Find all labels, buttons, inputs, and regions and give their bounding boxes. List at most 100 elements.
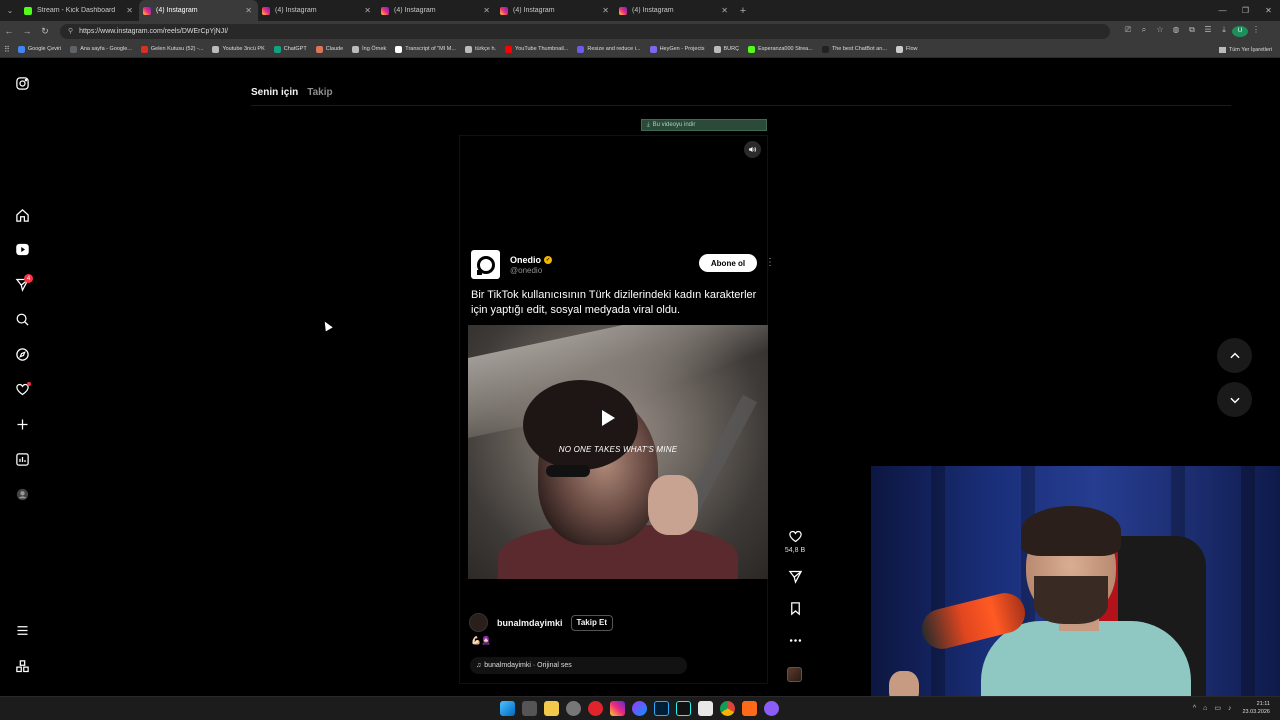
- bookmark-item[interactable]: ChatGPT: [273, 45, 307, 53]
- close-tab-icon[interactable]: ✕: [721, 6, 728, 15]
- messenger-icon[interactable]: [632, 701, 647, 716]
- site-info-icon[interactable]: ⚲: [68, 27, 73, 35]
- extensions-puzzle-icon[interactable]: ⧉: [1184, 25, 1200, 37]
- browser-tab[interactable]: (4) Instagram ✕: [615, 0, 734, 21]
- capcut-icon[interactable]: [698, 701, 713, 716]
- tab-search-icon[interactable]: ⌄: [0, 6, 20, 15]
- bookmark-item[interactable]: Google Çeviri: [17, 45, 61, 53]
- save-action[interactable]: [783, 601, 807, 616]
- reel-card[interactable]: Onedio ✓ @onedio Abone ol ⋮ Bir TikTok ku…: [459, 135, 775, 684]
- profile-avatar[interactable]: U: [1232, 25, 1248, 37]
- follow-button[interactable]: Takip Et: [570, 614, 614, 631]
- profile-avatar-icon[interactable]: [13, 485, 31, 503]
- close-tab-icon[interactable]: ✕: [126, 6, 133, 15]
- close-tab-icon[interactable]: ✕: [364, 6, 371, 15]
- display-icon[interactable]: ▭: [1214, 704, 1221, 712]
- bookmark-item[interactable]: Esperanza000 Strea...: [748, 45, 813, 53]
- previous-reel-button[interactable]: [1217, 338, 1252, 373]
- bookmark-item[interactable]: Ana sayfa - Google...: [70, 45, 132, 53]
- bookmark-item[interactable]: türkçe h.: [464, 45, 496, 53]
- close-tab-icon[interactable]: ✕: [245, 6, 252, 15]
- more-action[interactable]: [783, 633, 807, 648]
- bookmark-star-icon[interactable]: ☆: [1152, 25, 1168, 37]
- downloads-icon[interactable]: ⤓: [1216, 25, 1232, 37]
- task-view-icon[interactable]: [522, 701, 537, 716]
- browser-menu-icon[interactable]: ⋮: [1248, 25, 1264, 37]
- extension-icon[interactable]: ◍: [1168, 25, 1184, 37]
- subscribe-button[interactable]: Abone ol: [699, 254, 757, 272]
- file-explorer-icon[interactable]: [544, 701, 559, 716]
- explore-icon[interactable]: [13, 345, 31, 363]
- tab-title: (4) Instagram: [394, 7, 436, 14]
- browser-tab[interactable]: (4) Instagram ✕: [258, 0, 377, 21]
- share-action[interactable]: [783, 569, 807, 584]
- tiktok-icon[interactable]: [676, 701, 691, 716]
- download-video-bar[interactable]: ⤓ Bu videoyu indir: [641, 119, 767, 131]
- bookmark-item[interactable]: YouTube Thumbnail...: [505, 45, 568, 53]
- settings-icon[interactable]: [566, 701, 581, 716]
- streamlabs-icon[interactable]: [742, 701, 757, 716]
- address-bar[interactable]: ⚲ https://www.instagram.com/reels/DWErCp…: [60, 23, 1110, 39]
- bookmark-item[interactable]: Youtube 3ncü PK: [212, 45, 265, 53]
- instagram-logo-icon[interactable]: [13, 74, 31, 92]
- app-icon[interactable]: [764, 701, 779, 716]
- tray-chevron-icon[interactable]: ^: [1193, 705, 1196, 712]
- also-from-meta-icon[interactable]: [13, 657, 31, 675]
- bookmark-item[interactable]: The best ChatBot an...: [821, 45, 887, 53]
- home-icon[interactable]: [13, 206, 31, 224]
- chrome-icon[interactable]: [720, 701, 735, 716]
- close-window-button[interactable]: ✕: [1257, 6, 1280, 15]
- network-icon[interactable]: ⌂: [1203, 705, 1207, 712]
- bookmark-item[interactable]: İng Örnek: [352, 45, 386, 53]
- audio-track[interactable]: ♫ bunalmdayimki · Orijinal ses: [470, 657, 687, 674]
- apps-grid-icon[interactable]: ⠿: [4, 45, 10, 54]
- browser-tab[interactable]: (4) Instagram ✕: [139, 0, 258, 21]
- all-bookmarks-button[interactable]: Tüm Yer İşaretleri: [1218, 41, 1272, 58]
- forward-button[interactable]: →: [18, 26, 36, 36]
- author-avatar[interactable]: [469, 613, 488, 632]
- instagram-app-icon[interactable]: [610, 701, 625, 716]
- more-menu-icon[interactable]: [13, 621, 31, 639]
- back-button[interactable]: ←: [0, 26, 18, 36]
- tab-title: (4) Instagram: [156, 7, 198, 14]
- author-username[interactable]: bunalmdayimki: [497, 618, 563, 628]
- cast-icon[interactable]: ⎚: [1120, 25, 1136, 37]
- minimize-button[interactable]: —: [1211, 6, 1234, 15]
- bookmark-item[interactable]: Gelen Kutusu (52) -...: [140, 45, 203, 53]
- bookmark-item[interactable]: Resize and reduce i...: [577, 45, 641, 53]
- mute-toggle[interactable]: [744, 141, 761, 158]
- close-tab-icon[interactable]: ✕: [483, 6, 490, 15]
- create-plus-icon[interactable]: [13, 415, 31, 433]
- reload-button[interactable]: ↻: [36, 26, 54, 37]
- search-icon[interactable]: [13, 310, 31, 328]
- photoshop-icon[interactable]: [654, 701, 669, 716]
- tab-groups-icon[interactable]: ☰: [1200, 25, 1216, 37]
- opera-icon[interactable]: [588, 701, 603, 716]
- clock[interactable]: 21:11 23.03.2026: [1242, 700, 1270, 716]
- play-icon[interactable]: [602, 410, 615, 426]
- new-tab-button[interactable]: +: [734, 5, 752, 17]
- close-tab-icon[interactable]: ✕: [602, 6, 609, 15]
- audio-thumbnail[interactable]: [787, 667, 802, 682]
- start-icon[interactable]: [500, 701, 515, 716]
- bookmark-favicon-icon: [352, 45, 360, 53]
- bookmark-item[interactable]: HeyGen - Projects: [649, 45, 705, 53]
- reel-video[interactable]: NO ONE TAKES WHAT'S MINE: [468, 325, 768, 579]
- like-action[interactable]: 54,8 B: [783, 529, 807, 554]
- bookmark-item[interactable]: Transcript of "MI M...: [395, 45, 456, 53]
- volume-tray-icon[interactable]: ♪: [1228, 705, 1232, 712]
- card-more-icon[interactable]: ⋮: [765, 257, 775, 268]
- browser-tab[interactable]: (4) Instagram ✕: [496, 0, 615, 21]
- zoom-icon[interactable]: ⌕: [1136, 25, 1152, 37]
- bookmark-item[interactable]: Flow: [895, 45, 918, 53]
- next-reel-button[interactable]: [1217, 382, 1252, 417]
- tab-following[interactable]: Takip: [307, 87, 332, 98]
- dashboard-chart-icon[interactable]: [13, 450, 31, 468]
- tab-for-you[interactable]: Senin için: [251, 87, 298, 98]
- bookmark-item[interactable]: Claude: [315, 45, 343, 53]
- bookmark-item[interactable]: BURÇ: [713, 45, 739, 53]
- browser-tab[interactable]: Stream - Kick Dashboard ✕: [20, 0, 139, 21]
- reels-icon[interactable]: [13, 240, 31, 258]
- maximize-button[interactable]: ❐: [1234, 6, 1257, 15]
- browser-tab[interactable]: (4) Instagram ✕: [377, 0, 496, 21]
